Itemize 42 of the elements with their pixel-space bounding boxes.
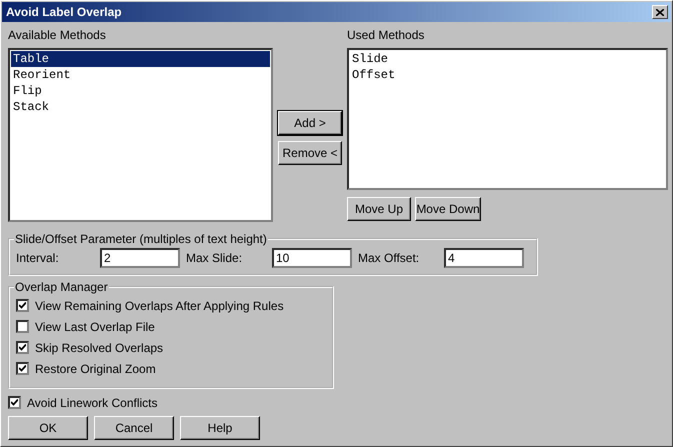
checkbox-label: Restore Original Zoom (35, 362, 156, 376)
checkbox[interactable] (16, 320, 29, 333)
checkbox-label: Avoid Linework Conflicts (27, 396, 158, 410)
dialog-button[interactable]: Cancel (94, 416, 174, 440)
checkbox[interactable] (8, 396, 21, 409)
check-mark-icon (19, 302, 26, 309)
order-button[interactable]: Move Down (415, 197, 481, 221)
checkbox-label: View Remaining Overlaps After Applying Rules (35, 298, 284, 312)
transfer-button[interactable]: Remove < (278, 141, 342, 165)
checkbox[interactable] (16, 362, 29, 375)
group-legend: Slide/Offset Parameter (multiples of text height) (14, 232, 268, 246)
field-label: Max Slide: (186, 251, 244, 265)
window-title: Avoid Label Overlap (6, 5, 122, 19)
dialog-button[interactable]: Help (180, 416, 260, 440)
transfer-button[interactable]: Add > (278, 111, 342, 135)
list-item[interactable]: Flip (11, 83, 270, 99)
list-item[interactable]: Slide (350, 51, 665, 67)
field-label: Max Offset: (358, 251, 420, 265)
close-icon (656, 8, 664, 16)
list-label: Used Methods (347, 27, 424, 44)
checkbox[interactable] (16, 299, 29, 312)
checkbox[interactable] (16, 341, 29, 354)
input-field[interactable]: 4 (444, 248, 524, 268)
list-item[interactable]: Stack (11, 99, 270, 115)
check-mark-icon (19, 365, 26, 372)
order-button[interactable]: Move Up (347, 197, 411, 221)
field-label: Interval: (16, 251, 60, 265)
close-button[interactable] (652, 5, 668, 19)
list-label: Available Methods (8, 27, 106, 44)
checkbox-label: Skip Resolved Overlaps (35, 340, 164, 354)
dialog-button[interactable]: OK (8, 416, 88, 440)
available-methods-list[interactable]: Table Reorient Flip Stack (8, 48, 273, 222)
check-mark-icon (19, 344, 26, 351)
list-item[interactable]: Table (11, 51, 270, 67)
input-field[interactable]: 10 (272, 248, 352, 268)
list-item[interactable]: Offset (350, 67, 665, 83)
check-mark-icon (11, 399, 18, 406)
used-methods-list[interactable]: Slide Offset (347, 48, 668, 190)
input-field[interactable]: 2 (100, 248, 180, 268)
list-item[interactable]: Reorient (11, 67, 270, 83)
group-legend: Overlap Manager (14, 280, 109, 294)
checkbox-label: View Last Overlap File (35, 320, 155, 334)
